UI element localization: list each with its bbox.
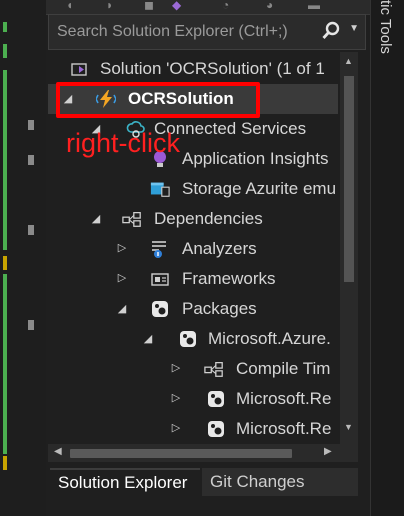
change-marker: [3, 274, 7, 454]
scroll-thumb[interactable]: [70, 449, 292, 458]
tree-row-storage-azurite[interactable]: Storage Azurite emu: [48, 174, 338, 204]
editor-margin: [0, 0, 46, 516]
vertical-scrollbar[interactable]: ▲ ▼: [340, 52, 358, 444]
storage-azurite-icon: [150, 179, 170, 199]
scroll-corner: [340, 444, 358, 462]
back-icon[interactable]: ◖: [66, 0, 73, 12]
tree-label: Dependencies: [154, 209, 263, 228]
dependencies-icon: [122, 209, 142, 229]
expand-arrow-icon[interactable]: ◢: [142, 332, 154, 345]
frameworks-icon: [150, 269, 170, 289]
tree-label: Solution 'OCRSolution' (1 of 1: [100, 59, 325, 78]
expand-arrow-icon[interactable]: ◢: [90, 212, 102, 225]
solution-icon: [70, 59, 90, 79]
collapse-icon[interactable]: ▬: [308, 0, 320, 12]
scroll-marker: [28, 155, 34, 165]
scroll-left-icon[interactable]: ◀: [54, 446, 62, 457]
tree-row-package[interactable]: ▷ Microsoft.Re: [48, 384, 338, 414]
tree-row-package[interactable]: ◢ Microsoft.Azure.: [48, 324, 338, 354]
solution-explorer-toolbar: ◖ ◗ ◼ ◆ ◔ ◕ ▬: [46, 0, 370, 15]
collapse-arrow-icon[interactable]: ▷: [170, 391, 182, 404]
highlight-box: [56, 82, 260, 118]
tree-row-analyzers[interactable]: ▷ Analyzers: [48, 234, 338, 264]
tree-label: Analyzers: [182, 239, 257, 258]
tree-label: Microsoft.Re: [236, 419, 332, 438]
search-box[interactable]: ▼: [48, 14, 366, 50]
tree-row-compile-time[interactable]: ▷ Compile Tim: [48, 354, 338, 384]
tree-row-solution[interactable]: Solution 'OCRSolution' (1 of 1: [48, 54, 338, 84]
annotation-text: right-click: [66, 128, 181, 158]
scroll-marker: [28, 225, 34, 235]
tree-row-packages[interactable]: ◢ Packages: [48, 294, 338, 324]
collapse-arrow-icon[interactable]: ▷: [170, 361, 182, 374]
horizontal-scrollbar[interactable]: ◀ ▶: [48, 444, 340, 462]
compile-time-icon: [204, 359, 224, 379]
refresh-icon[interactable]: ◕: [266, 0, 273, 12]
change-marker: [3, 256, 7, 270]
change-marker: [3, 456, 7, 470]
sync-icon[interactable]: ◔: [222, 0, 229, 12]
tree-label: Packages: [182, 299, 257, 318]
packages-icon: [150, 299, 170, 319]
tree-row-frameworks[interactable]: ▷ Frameworks: [48, 264, 338, 294]
tree-label: Microsoft.Azure.: [208, 329, 331, 348]
tree-label: Frameworks: [182, 269, 276, 288]
tree-row-dependencies[interactable]: ◢ Dependencies: [48, 204, 338, 234]
tree-label: Application Insights: [182, 149, 329, 168]
tree-label: Storage Azurite emu: [182, 179, 337, 198]
search-options-dropdown-icon[interactable]: ▼: [349, 23, 359, 34]
tab-solution-explorer[interactable]: Solution Explorer: [50, 468, 200, 496]
forward-icon[interactable]: ◗: [106, 0, 113, 12]
search-input[interactable]: [49, 22, 321, 42]
tree-label: Compile Tim: [236, 359, 331, 378]
vs-icon[interactable]: ◆: [172, 0, 181, 12]
scroll-marker: [28, 320, 34, 330]
nuget-package-icon: [178, 329, 198, 349]
change-marker: [3, 22, 7, 32]
collapse-arrow-icon[interactable]: ▷: [116, 241, 128, 254]
home-icon[interactable]: ◼: [144, 0, 154, 12]
panel-tabs: Solution Explorer Git Changes: [48, 462, 370, 516]
collapse-arrow-icon[interactable]: ▷: [116, 271, 128, 284]
scroll-down-icon[interactable]: ▼: [344, 422, 353, 432]
side-tool-panel: tic Tools: [370, 0, 404, 516]
scroll-thumb[interactable]: [344, 76, 354, 282]
change-marker: [3, 70, 7, 250]
side-tab-diagnostic-tools[interactable]: tic Tools: [377, 0, 394, 54]
expand-arrow-icon[interactable]: ◢: [116, 302, 128, 315]
nuget-package-icon: [206, 419, 226, 439]
change-marker: [3, 44, 7, 58]
scroll-up-icon[interactable]: ▲: [344, 56, 353, 66]
scroll-marker: [28, 120, 34, 130]
collapse-arrow-icon[interactable]: ▷: [170, 421, 182, 434]
nuget-package-icon: [206, 389, 226, 409]
tree-row-package[interactable]: ▷ Microsoft.Re: [48, 414, 338, 444]
tab-git-changes[interactable]: Git Changes: [202, 468, 358, 496]
tree-label: Microsoft.Re: [236, 389, 332, 408]
search-icon[interactable]: [321, 21, 341, 46]
analyzers-icon: [150, 239, 170, 259]
scroll-right-icon[interactable]: ▶: [324, 446, 332, 457]
